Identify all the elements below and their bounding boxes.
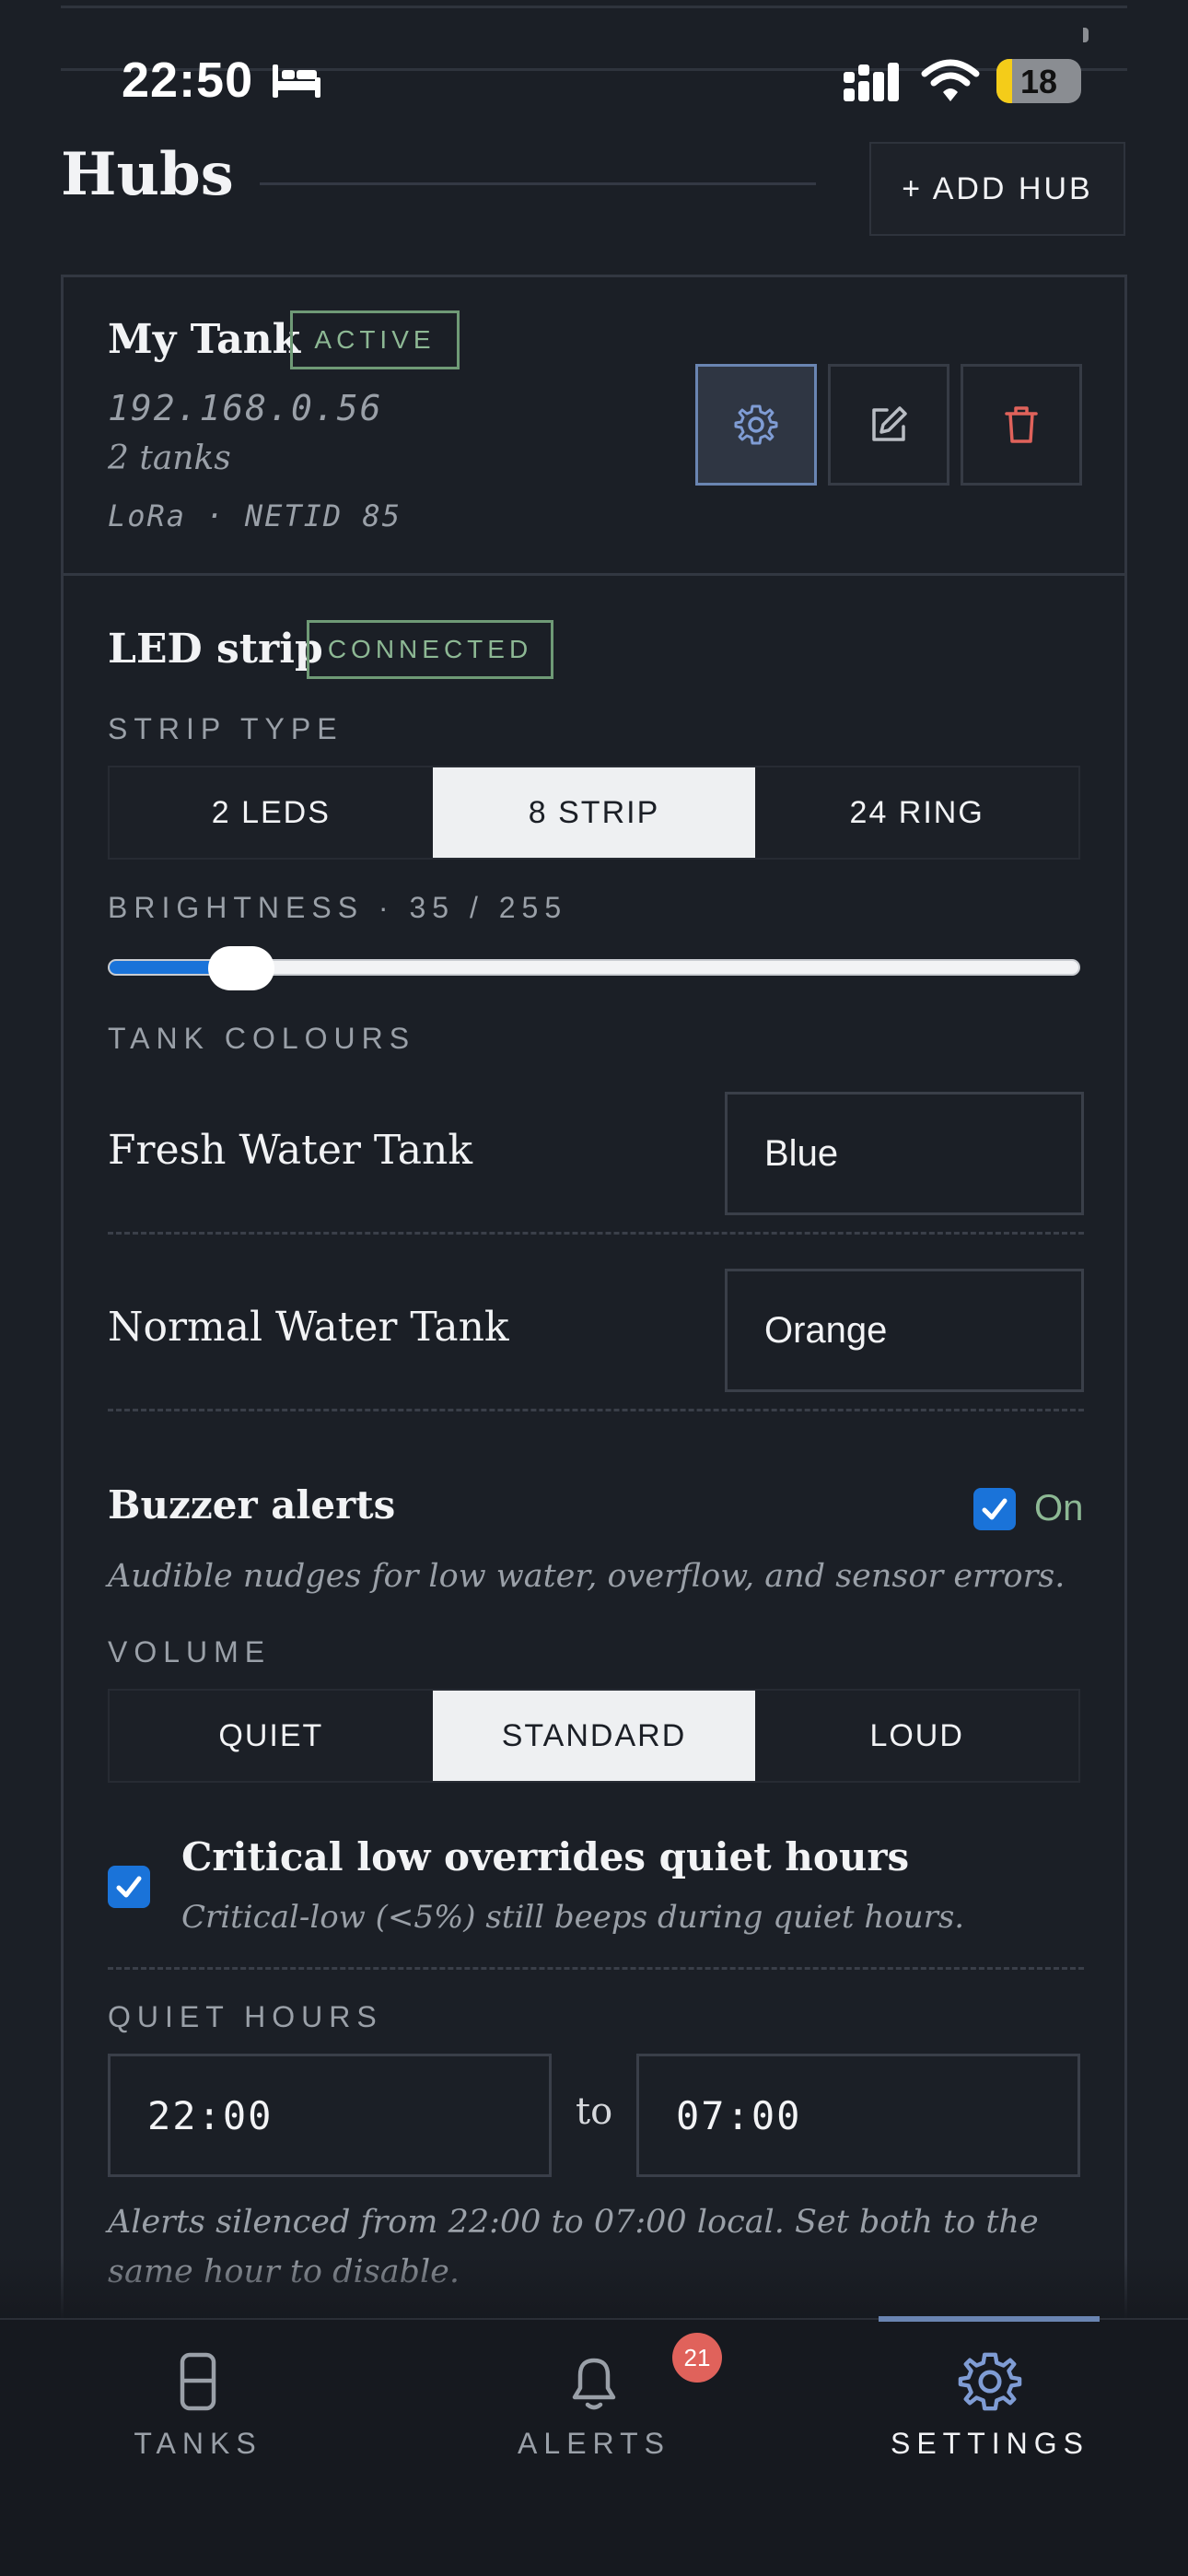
divider — [108, 1409, 1084, 1411]
critical-override-title: Critical low overrides quiet hours — [181, 1834, 910, 1879]
tank-colour-label-normal: Normal Water Tank — [108, 1304, 509, 1351]
brightness-slider-thumb[interactable] — [207, 946, 274, 990]
tank-icon — [180, 2352, 216, 2411]
hub-header: My Tank ACTIVE 192.168.0.56 2 tanks LoRa… — [64, 277, 1124, 576]
nav-item-alerts[interactable]: ALERTS — [396, 2320, 792, 2504]
volume-option-loud[interactable]: LOUD — [755, 1691, 1078, 1781]
quiet-hours-label: QUIET HOURS — [108, 2000, 383, 2033]
strip-type-option-8-strip[interactable]: 8 STRIP — [432, 767, 756, 858]
hub-radio-info: LoRa · NETID 85 — [108, 498, 402, 533]
nav-fade — [0, 2255, 1188, 2322]
strip-type-option-2-leds[interactable]: 2 LEDS — [110, 767, 433, 858]
volume-selector: QUIET STANDARD LOUD — [108, 1689, 1080, 1783]
quiet-hours-to-label: to — [576, 2090, 613, 2133]
battery-icon: 18 — [996, 59, 1081, 103]
hub-delete-button[interactable] — [961, 364, 1082, 486]
cellular-signal-icon — [844, 63, 899, 101]
trash-icon — [1005, 406, 1038, 443]
buzzer-enabled-checkbox[interactable] — [973, 1488, 1016, 1530]
tank-colour-select-fresh[interactable]: Blue — [725, 1092, 1084, 1215]
checkmark-icon — [116, 1876, 142, 1898]
status-time: 22:50 — [122, 53, 254, 108]
tank-colour-label-fresh: Fresh Water Tank — [108, 1127, 473, 1174]
status-badge: ACTIVE — [290, 310, 460, 369]
hub-name: My Tank — [108, 316, 301, 363]
nav-label-alerts: ALERTS — [518, 2427, 670, 2460]
battery-level: 18 — [1019, 63, 1058, 100]
strip-type-selector: 2 LEDS 8 STRIP 24 RING — [108, 766, 1080, 860]
add-hub-button[interactable]: + ADD HUB — [869, 142, 1125, 236]
critical-override-note: Critical-low (<5%) still beeps during qu… — [181, 1899, 965, 1936]
bottom-nav: TANKS ALERTS 21 SETTINGS — [0, 2316, 1188, 2576]
tank-colour-select-normal[interactable]: Orange — [725, 1269, 1084, 1392]
strip-type-label: STRIP TYPE — [108, 712, 344, 745]
nav-label-tanks: TANKS — [134, 2427, 262, 2460]
gear-icon — [958, 2352, 1022, 2411]
top-divider — [61, 6, 1127, 8]
hub-ip: 192.168.0.56 — [108, 388, 383, 428]
edit-icon — [872, 406, 907, 441]
hub-card: My Tank ACTIVE 192.168.0.56 2 tanks LoRa… — [61, 275, 1127, 2338]
buzzer-section-title: Buzzer alerts — [108, 1482, 396, 1528]
battery-nub — [1083, 28, 1089, 42]
buzzer-description: Audible nudges for low water, overflow, … — [108, 1558, 1066, 1595]
nav-item-tanks[interactable]: TANKS — [0, 2320, 396, 2504]
brightness-label: BRIGHTNESS · 35 / 255 — [108, 891, 568, 924]
tank-colours-label: TANK COLOURS — [108, 1022, 416, 1055]
led-section-title: LED strip — [108, 626, 323, 673]
volume-option-standard[interactable]: STANDARD — [432, 1691, 756, 1781]
hub-tank-count: 2 tanks — [108, 439, 231, 477]
led-status-badge: CONNECTED — [307, 620, 553, 679]
divider — [108, 1232, 1084, 1235]
hub-settings-button[interactable] — [695, 364, 817, 486]
nav-label-settings: SETTINGS — [890, 2427, 1089, 2460]
checkmark-icon — [982, 1498, 1007, 1520]
wifi-icon — [921, 59, 980, 101]
quiet-hours-from-input[interactable]: 22:00 — [108, 2054, 552, 2177]
bed-icon — [273, 64, 320, 98]
page-title: Hubs — [61, 140, 234, 209]
nav-item-settings[interactable]: SETTINGS — [792, 2320, 1188, 2504]
volume-option-quiet[interactable]: QUIET — [110, 1691, 433, 1781]
title-rule — [260, 182, 816, 185]
strip-type-option-24-ring[interactable]: 24 RING — [755, 767, 1078, 858]
buzzer-enabled-label: On — [1034, 1488, 1084, 1528]
divider — [108, 1967, 1084, 1970]
quiet-hours-to-input[interactable]: 07:00 — [636, 2054, 1080, 2177]
bell-icon — [572, 2358, 616, 2410]
critical-override-checkbox[interactable] — [108, 1866, 150, 1908]
gear-icon — [734, 404, 778, 445]
status-bar: 22:50 18 — [0, 46, 1188, 120]
alerts-count-badge: 21 — [672, 2333, 722, 2383]
hub-edit-button[interactable] — [828, 364, 949, 486]
volume-label: VOLUME — [108, 1635, 272, 1669]
